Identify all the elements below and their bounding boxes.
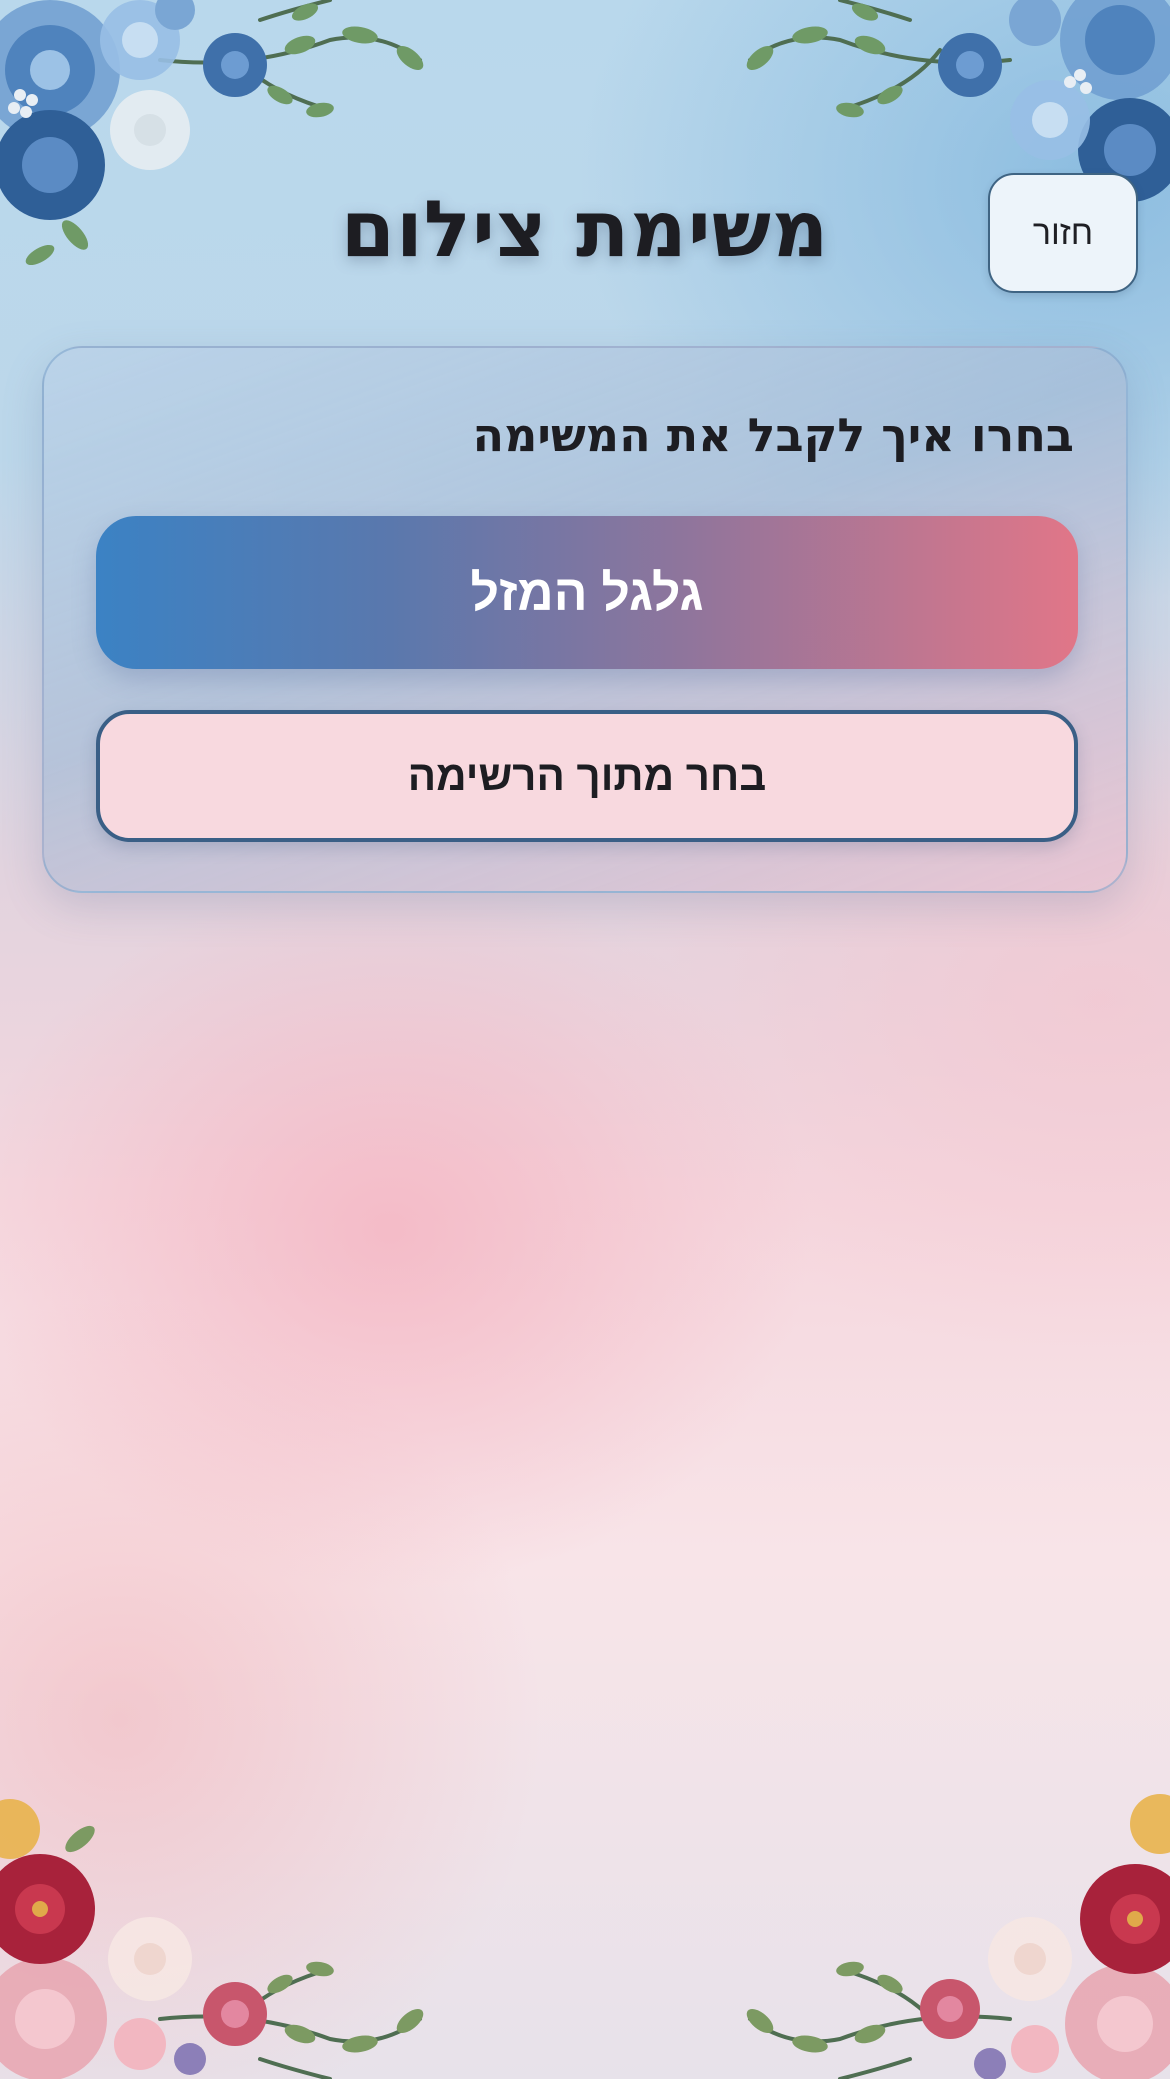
red-flowers-decoration-bottom-right (746, 1794, 1170, 2079)
task-method-card: בחרו איך לקבל את המשימה גלגל המזל בחר מת… (42, 346, 1128, 893)
choose-from-list-button[interactable]: בחר מתוך הרשימה (96, 710, 1078, 842)
wheel-of-fortune-button[interactable]: גלגל המזל (96, 516, 1078, 669)
page-title: משימת צילום (340, 185, 830, 275)
red-flowers-decoration-bottom-left (0, 1799, 424, 2079)
card-heading: בחרו איך לקבל את המשימה (472, 408, 1074, 462)
